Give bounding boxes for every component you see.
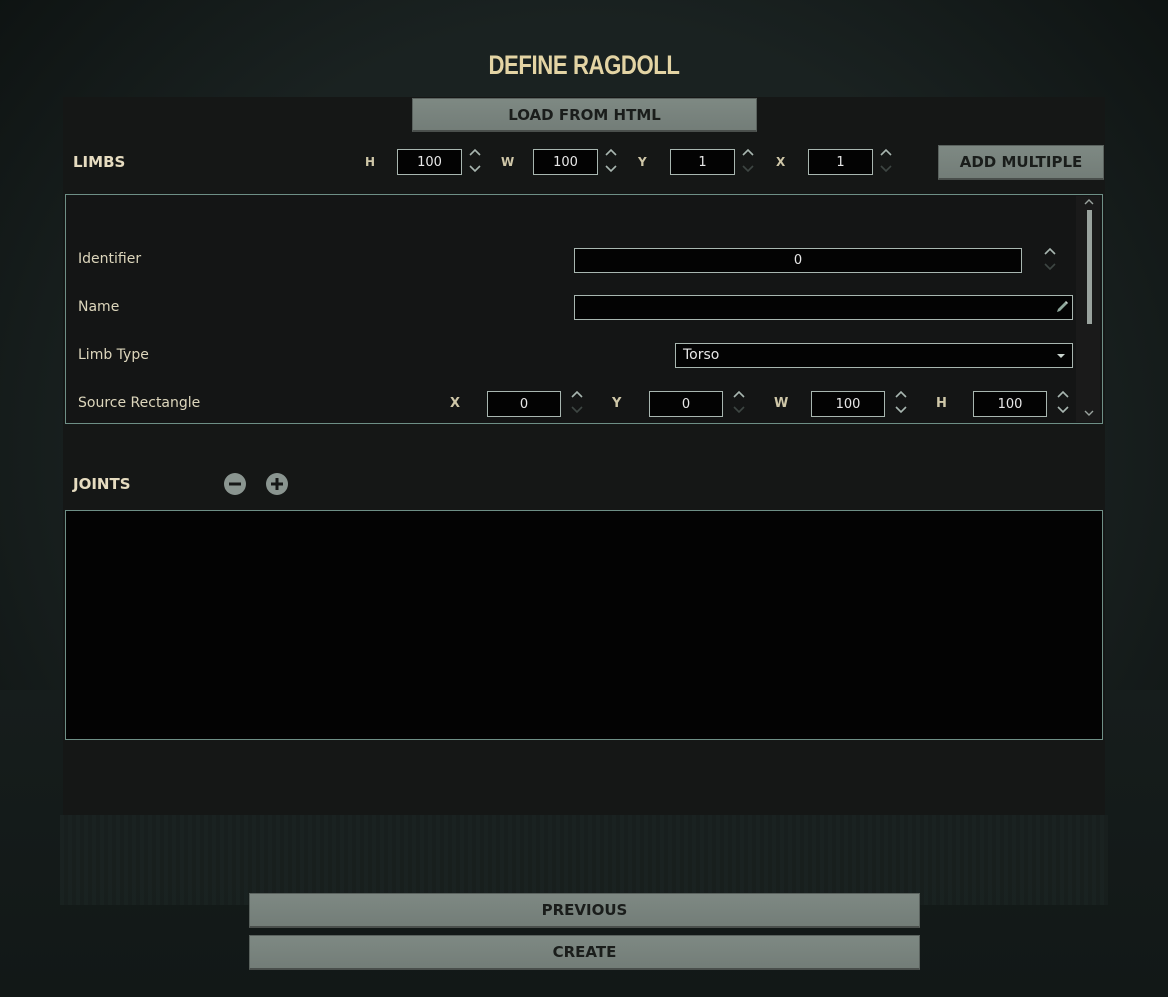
source-rectangle-label: Source Rectangle	[78, 395, 201, 411]
limbs-x-input[interactable]: 1	[808, 149, 873, 175]
chevron-up-icon[interactable]	[732, 389, 746, 399]
chevron-up-icon[interactable]	[604, 147, 618, 157]
limb-type-dropdown[interactable]: Torso	[675, 343, 1073, 368]
scroll-down-icon[interactable]	[1084, 409, 1094, 417]
chevron-down-icon[interactable]	[468, 164, 482, 174]
chevron-down-icon[interactable]	[894, 405, 908, 415]
limbs-w-label: W	[501, 155, 515, 169]
rect-x-stepper[interactable]	[570, 389, 584, 419]
identifier-stepper[interactable]	[1043, 246, 1057, 276]
rect-y-label: Y	[612, 396, 622, 411]
limbs-x-stepper[interactable]	[879, 147, 893, 177]
page-title: DEFINE RAGDOLL	[488, 50, 680, 80]
create-button[interactable]: CREATE	[249, 935, 920, 970]
limbs-h-stepper[interactable]	[468, 147, 482, 177]
identifier-input[interactable]: 0	[574, 248, 1022, 273]
rect-w-input[interactable]: 100	[811, 391, 885, 417]
joints-list[interactable]	[65, 510, 1103, 740]
limbs-y-input[interactable]: 1	[670, 149, 735, 175]
rect-h-label: H	[936, 396, 947, 411]
joints-label: JOINTS	[73, 475, 131, 493]
rect-w-label: W	[774, 396, 789, 411]
limb-type-label: Limb Type	[78, 347, 149, 363]
background-strip	[60, 815, 1108, 905]
chevron-up-icon[interactable]	[570, 389, 584, 399]
chevron-down-icon[interactable]	[1043, 262, 1057, 272]
limbs-h-label: H	[365, 155, 376, 169]
limb-type-value: Torso	[683, 347, 720, 363]
remove-joint-button[interactable]	[224, 473, 246, 495]
pencil-icon[interactable]	[1054, 299, 1070, 315]
chevron-up-icon[interactable]	[894, 389, 908, 399]
add-multiple-button[interactable]: ADD MULTIPLE	[938, 145, 1104, 180]
plus-circle-icon	[271, 478, 283, 490]
chevron-down-icon[interactable]	[570, 405, 584, 415]
rect-x-label: X	[450, 396, 461, 411]
chevron-down-icon[interactable]	[741, 164, 755, 174]
rect-h-input[interactable]: 100	[973, 391, 1047, 417]
limbs-w-stepper[interactable]	[604, 147, 618, 177]
name-input[interactable]	[574, 295, 1073, 320]
identifier-label: Identifier	[78, 251, 142, 267]
chevron-down-icon[interactable]	[604, 164, 618, 174]
limbs-y-stepper[interactable]	[741, 147, 755, 177]
chevron-up-icon[interactable]	[741, 147, 755, 157]
chevron-up-icon[interactable]	[879, 147, 893, 157]
previous-button[interactable]: PREVIOUS	[249, 893, 920, 928]
limbs-x-label: X	[776, 155, 786, 169]
minus-circle-icon	[229, 482, 241, 486]
name-label: Name	[78, 299, 120, 315]
rect-y-input[interactable]: 0	[649, 391, 723, 417]
chevron-up-icon[interactable]	[1043, 246, 1057, 256]
chevron-down-icon[interactable]	[879, 164, 893, 174]
scroll-up-icon[interactable]	[1084, 198, 1094, 206]
rect-h-stepper[interactable]	[1056, 389, 1070, 419]
rect-x-input[interactable]: 0	[487, 391, 561, 417]
chevron-down-icon	[1057, 354, 1065, 358]
load-from-html-button[interactable]: LOAD FROM HTML	[412, 98, 757, 132]
rect-w-stepper[interactable]	[894, 389, 908, 419]
chevron-up-icon[interactable]	[468, 147, 482, 157]
chevron-up-icon[interactable]	[1056, 389, 1070, 399]
chevron-down-icon[interactable]	[1056, 405, 1070, 415]
limbs-y-label: Y	[638, 155, 647, 169]
limbs-h-input[interactable]: 100	[397, 149, 462, 175]
rect-y-stepper[interactable]	[732, 389, 746, 419]
scrollbar-thumb[interactable]	[1087, 210, 1092, 324]
limbs-label: LIMBS	[73, 153, 126, 171]
limbs-w-input[interactable]: 100	[533, 149, 598, 175]
chevron-down-icon[interactable]	[732, 405, 746, 415]
add-joint-button[interactable]	[266, 473, 288, 495]
